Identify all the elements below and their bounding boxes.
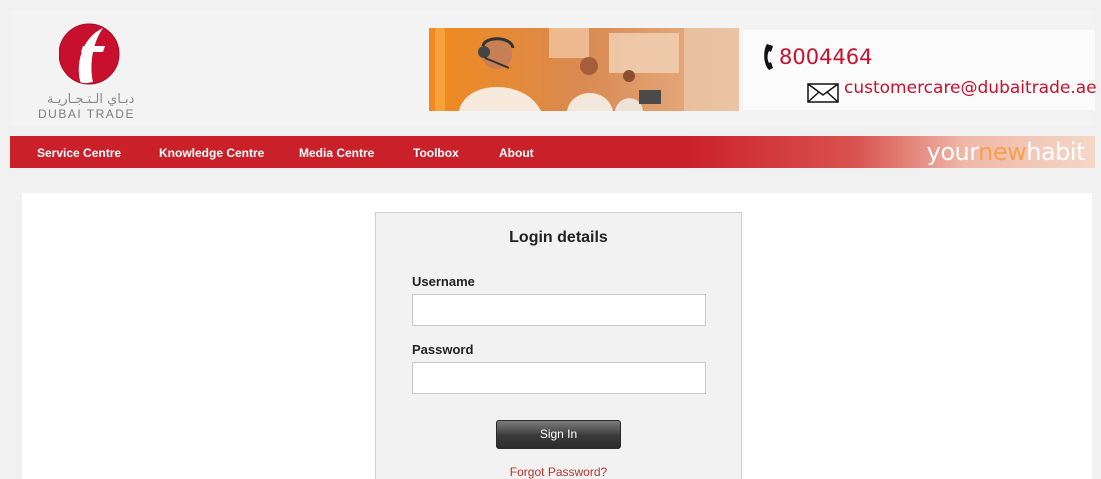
contact-info: 8004464 customercare@dubaitrade.ae — [743, 30, 1097, 110]
password-label: Password — [412, 342, 474, 357]
login-title: Login details — [509, 229, 608, 246]
password-input[interactable] — [412, 362, 706, 394]
customer-care-email[interactable]: customercare@dubaitrade.ae — [844, 78, 1097, 98]
username-label: Username — [412, 274, 475, 289]
logo-arabic-text: دبـاي الـتـجـاريـة — [47, 92, 135, 107]
tagline-your-new-habit: yournewhabit — [926, 138, 1086, 166]
dubai-trade-logo-mark-icon — [59, 23, 120, 85]
logo-english-text: DUBAI TRADE — [38, 107, 135, 121]
login-form: Login details Username Password Sign In … — [375, 212, 742, 479]
username-input[interactable] — [412, 294, 706, 326]
mail-icon — [807, 83, 839, 103]
customer-care-banner-image — [429, 28, 739, 111]
nav-item-knowledge-centre[interactable]: Knowledge Centre — [159, 146, 264, 160]
forgot-password-link[interactable]: Forgot Password? — [376, 465, 741, 479]
tagline-part-your: your — [926, 138, 979, 166]
nav-item-about[interactable]: About — [499, 146, 534, 160]
nav-item-toolbox[interactable]: Toolbox — [413, 146, 459, 160]
nav-item-service-centre[interactable]: Service Centre — [37, 146, 121, 160]
tagline-part-new: new — [978, 138, 1027, 166]
customer-care-phone: 8004464 — [779, 45, 873, 69]
tagline-part-habit: habit — [1026, 138, 1085, 166]
site-header: دبـاي الـتـجـاريـة DUBAI TRADE 8004464 c… — [10, 10, 1097, 126]
sign-in-button[interactable]: Sign In — [496, 420, 621, 449]
dubai-trade-logo[interactable]: دبـاي الـتـجـاريـة DUBAI TRADE — [24, 18, 144, 121]
nav-item-media-centre[interactable]: Media Centre — [299, 146, 374, 160]
main-nav: Service Centre Knowledge Centre Media Ce… — [10, 136, 1095, 168]
